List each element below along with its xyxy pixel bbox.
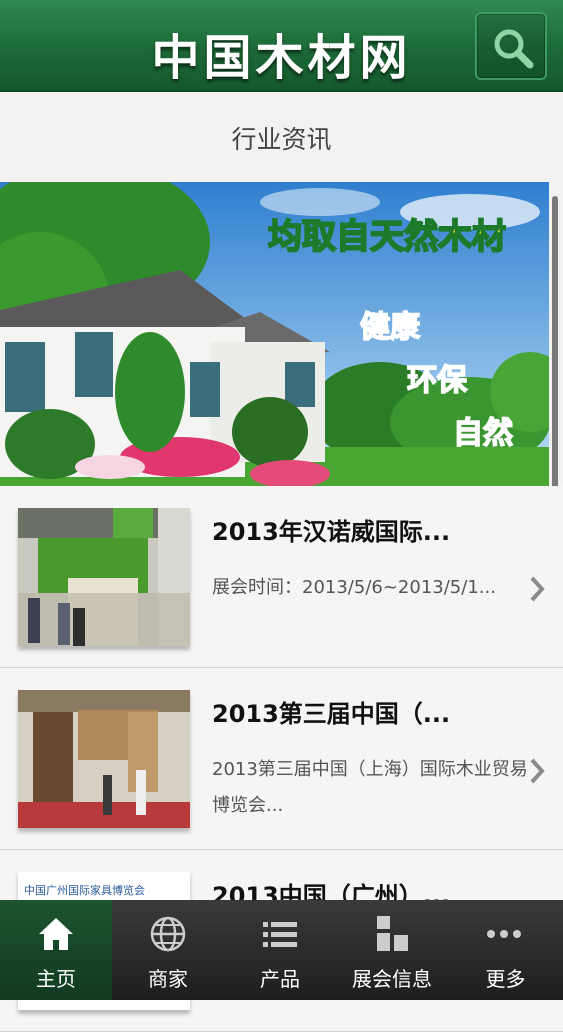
promo-banner[interactable]: 均取自天然木材 健康 环保 自然 [0, 182, 549, 486]
chevron-right-icon [530, 758, 545, 784]
scrollbar[interactable] [552, 196, 558, 526]
nav-item-home[interactable]: 主页 [0, 900, 112, 1000]
section-title: 行业资讯 [231, 125, 332, 154]
banner-image: 均取自天然木材 健康 环保 自然 [0, 182, 549, 486]
list-icon [263, 922, 297, 947]
globe-icon [150, 916, 186, 952]
nav-label: 展会信息 [352, 967, 432, 991]
nav-label: 更多 [485, 967, 526, 991]
news-title: 2013第三届中国（... [212, 700, 451, 728]
news-desc: 2013第三届中国（上海）国际木业贸易博览会... [212, 759, 528, 816]
banner-tagline-1: 健康 [360, 310, 421, 345]
list-item[interactable]: 2013年汉诺威国际... 展会时间：2013/5/6~2013/5/1... [0, 486, 563, 668]
news-title: 2013年汉诺威国际... [212, 518, 451, 546]
nav-item-more[interactable]: 更多 [448, 900, 563, 1000]
nav-label: 主页 [36, 967, 76, 991]
app-header: 中国木材网 [0, 0, 563, 92]
thumbnail-caption: 中国广州国际家具博览会 [24, 884, 145, 897]
banner-tagline-2: 环保 [407, 363, 468, 398]
chevron-right-icon [530, 576, 545, 602]
section-header: 行业资讯 [0, 94, 563, 182]
more-icon [487, 930, 521, 938]
list-item[interactable]: 2013第三届中国（... 2013第三届中国（上海）国际木业贸易博览会... [0, 668, 563, 850]
news-desc: 展会时间：2013/5/6~2013/5/1... [212, 577, 496, 598]
bottom-nav: 主页 商家 产品 展会信息 更多 [0, 900, 563, 1000]
nav-item-products[interactable]: 产品 [224, 900, 336, 1000]
home-icon [39, 918, 73, 950]
banner-tagline-3: 自然 [453, 416, 513, 451]
banner-headline: 均取自天然木材 [268, 217, 506, 257]
search-icon [494, 29, 534, 69]
grid-icon [377, 916, 408, 951]
news-thumbnail [18, 690, 190, 828]
nav-item-merchants[interactable]: 商家 [112, 900, 224, 1000]
news-thumbnail [18, 508, 190, 646]
nav-item-exhibitions[interactable]: 展会信息 [336, 900, 448, 1000]
nav-label: 商家 [148, 967, 188, 991]
search-button[interactable] [475, 12, 547, 80]
nav-label: 产品 [260, 967, 300, 991]
